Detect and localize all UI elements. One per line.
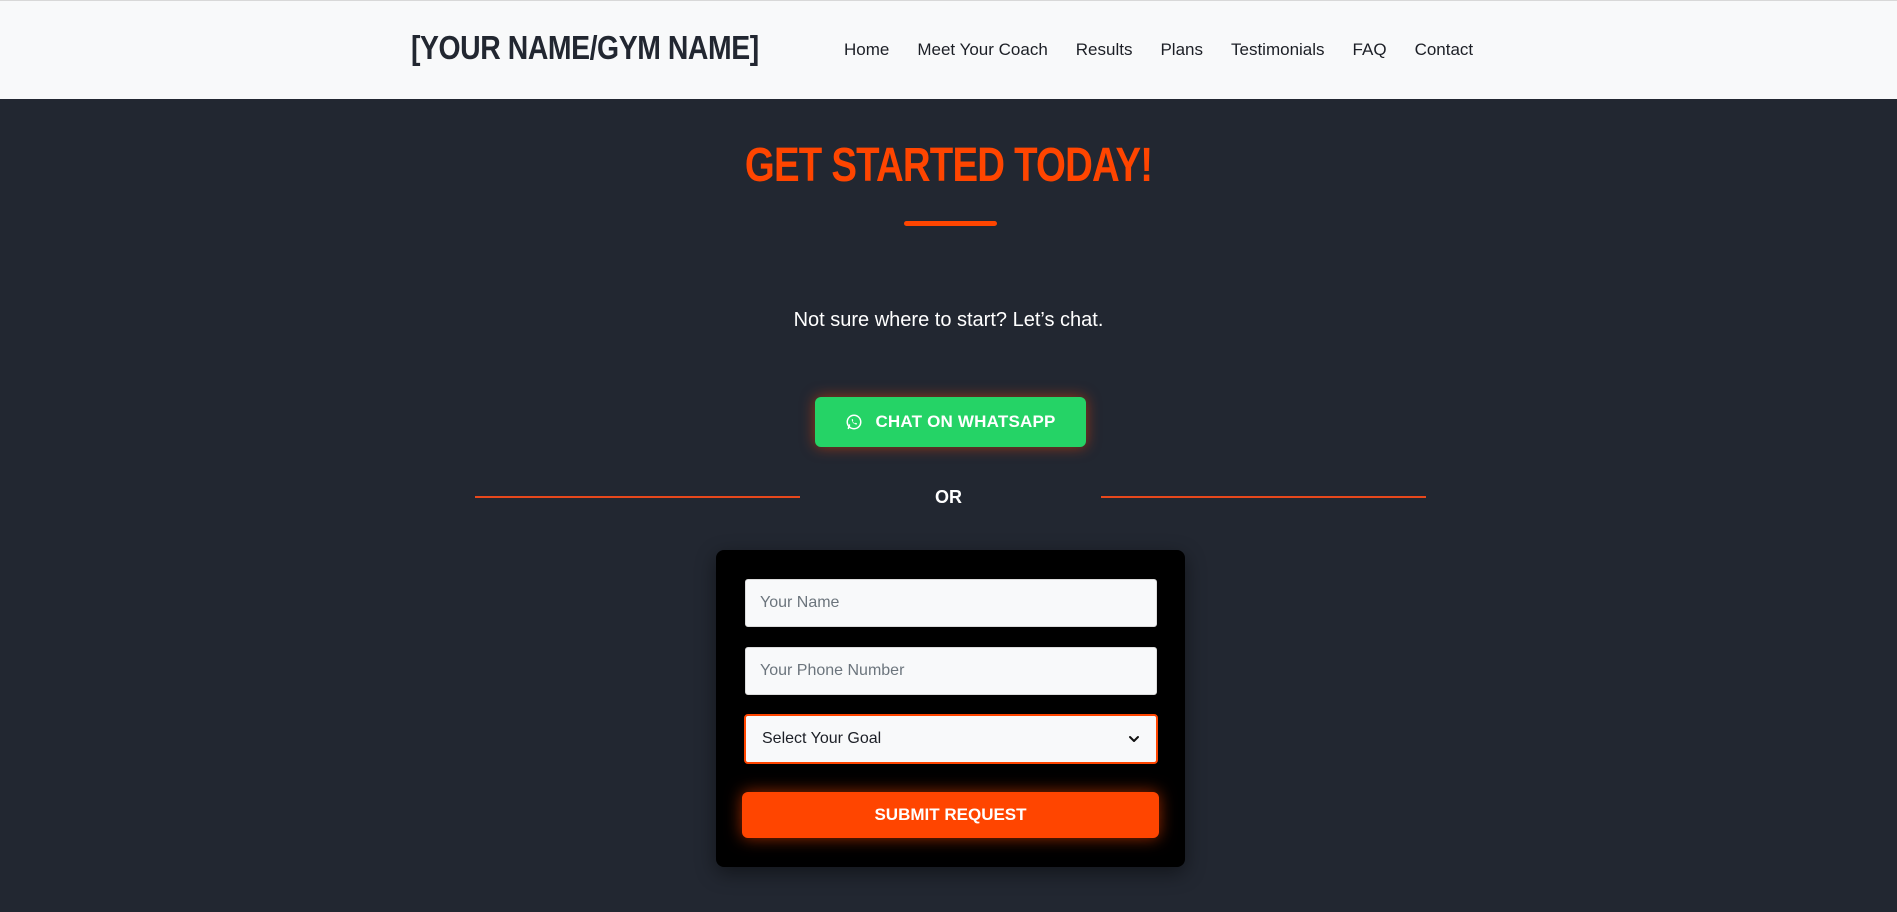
- nav-plans-link[interactable]: Plans: [1160, 40, 1203, 60]
- section-subtitle: Not sure where to start? Let’s chat.: [793, 309, 1104, 331]
- nav-home-link[interactable]: Home: [844, 40, 889, 60]
- site-header: [YOUR NAME/GYM NAME] Home Meet Your Coac…: [0, 0, 1897, 99]
- section-heading: GET STARTED TODAY!: [0, 138, 1897, 193]
- site-logo[interactable]: [YOUR NAME/GYM NAME]: [411, 29, 759, 67]
- whatsapp-button-label: CHAT ON WHATSAPP: [875, 412, 1056, 431]
- title-underline: [904, 221, 997, 226]
- whatsapp-icon: [846, 414, 862, 430]
- page-title: GET STARTED TODAY!: [744, 139, 1153, 192]
- name-input[interactable]: [745, 579, 1157, 627]
- goal-select-value: Select Your Goal: [762, 730, 882, 747]
- chevron-down-icon: [1129, 736, 1139, 742]
- divider-line-right: [1101, 496, 1426, 498]
- or-divider-label: OR: [935, 487, 962, 507]
- nav-results-link[interactable]: Results: [1076, 40, 1133, 60]
- nav-meet-your-coach-link[interactable]: Meet Your Coach: [917, 40, 1047, 60]
- main-nav: Home Meet Your Coach Results Plans Testi…: [844, 40, 1473, 60]
- submit-request-button[interactable]: SUBMIT REQUEST: [742, 792, 1159, 838]
- nav-testimonials-link[interactable]: Testimonials: [1231, 40, 1325, 60]
- whatsapp-chat-button[interactable]: CHAT ON WHATSAPP: [815, 397, 1086, 447]
- phone-input[interactable]: [745, 647, 1157, 695]
- nav-faq-link[interactable]: FAQ: [1353, 40, 1387, 60]
- goal-select[interactable]: Select Your Goal: [744, 714, 1158, 764]
- nav-contact-link[interactable]: Contact: [1415, 40, 1474, 60]
